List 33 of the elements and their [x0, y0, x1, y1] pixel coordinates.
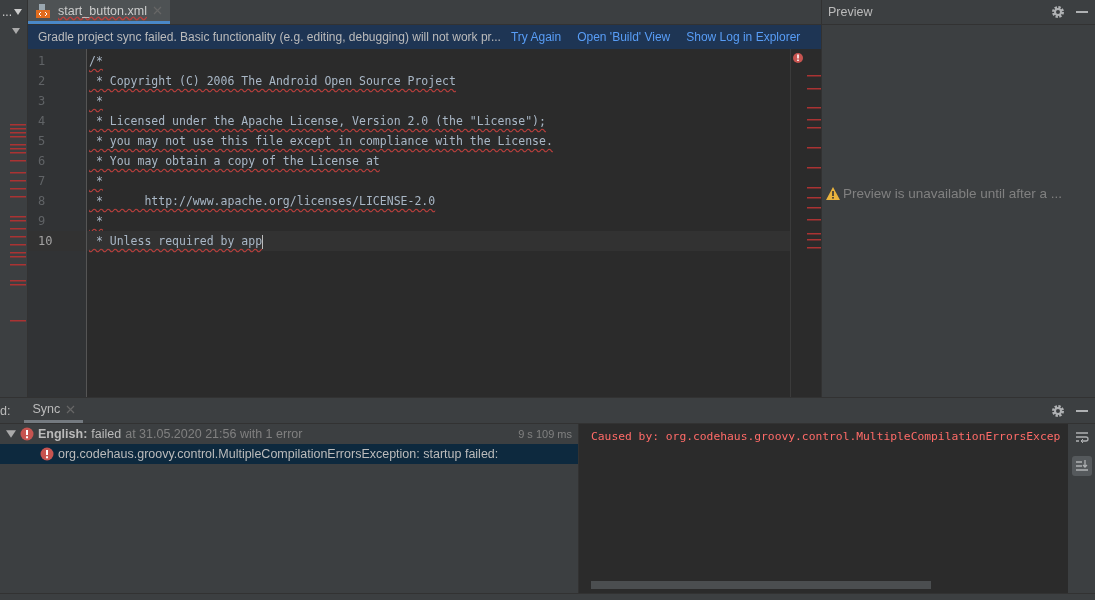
code-line: * [94, 94, 103, 108]
code-line: * Licensed under the Apache License, Version 2.0 (the "License"); [94, 114, 546, 128]
notification-link[interactable]: Open 'Build' View [577, 30, 671, 44]
code-line: * http://www.apache.org/licenses/LICENSE-2.0 [94, 194, 436, 208]
code-line: * You may obtain a copy of the License at [94, 154, 380, 168]
code-line: * Unless required by app [94, 234, 263, 248]
tree-row[interactable]: English: failed at 31.05.2020 21:56 with 1 error 9 s 109 ms [0, 424, 578, 444]
panel-title: d: [0, 403, 11, 418]
settings-icon[interactable] [1051, 5, 1065, 19]
error-icon [40, 447, 54, 461]
console-error-line: Caused by: org.codehaus.groovy.control.MultipleCompilationErrorsExcep [591, 430, 1062, 443]
sync-failed-message: Gradle project sync failed. Basic functionality (e.g. editing, debugging) will not work pr... [38, 30, 501, 44]
caret-icon[interactable] [14, 9, 22, 15]
xml-file-icon [36, 2, 52, 19]
expand-triangle-icon[interactable] [6, 430, 16, 438]
code-line: * you may not use this file except in compliance with the License. [94, 134, 553, 148]
code-line: * Copyright (C) 2006 The Android Open Source Project [94, 74, 456, 88]
warning-icon [826, 186, 840, 200]
code-line: * [94, 214, 103, 228]
overflow-menu[interactable]: ... [0, 0, 22, 24]
preview-unavailable-message: Preview is unavailable until after a ... [843, 185, 1063, 201]
error-icon [20, 427, 34, 441]
notification-link[interactable]: Try Again [510, 30, 562, 44]
scrollbar[interactable] [591, 581, 931, 589]
panel-title: Preview [828, 5, 873, 19]
notification-link[interactable]: Show Log in Explorer [686, 30, 801, 44]
collapse-triangle-icon[interactable] [12, 28, 20, 34]
scroll-to-end-icon[interactable] [1071, 456, 1092, 476]
code-line: /* [89, 54, 103, 68]
file-tab[interactable]: start_button.xml [28, 0, 170, 24]
tree-row[interactable]: org.codehaus.groovy.control.MultipleCompilationErrorsException: startup failed: [0, 444, 578, 464]
settings-icon[interactable] [1051, 403, 1065, 418]
code-line: * [94, 174, 103, 188]
